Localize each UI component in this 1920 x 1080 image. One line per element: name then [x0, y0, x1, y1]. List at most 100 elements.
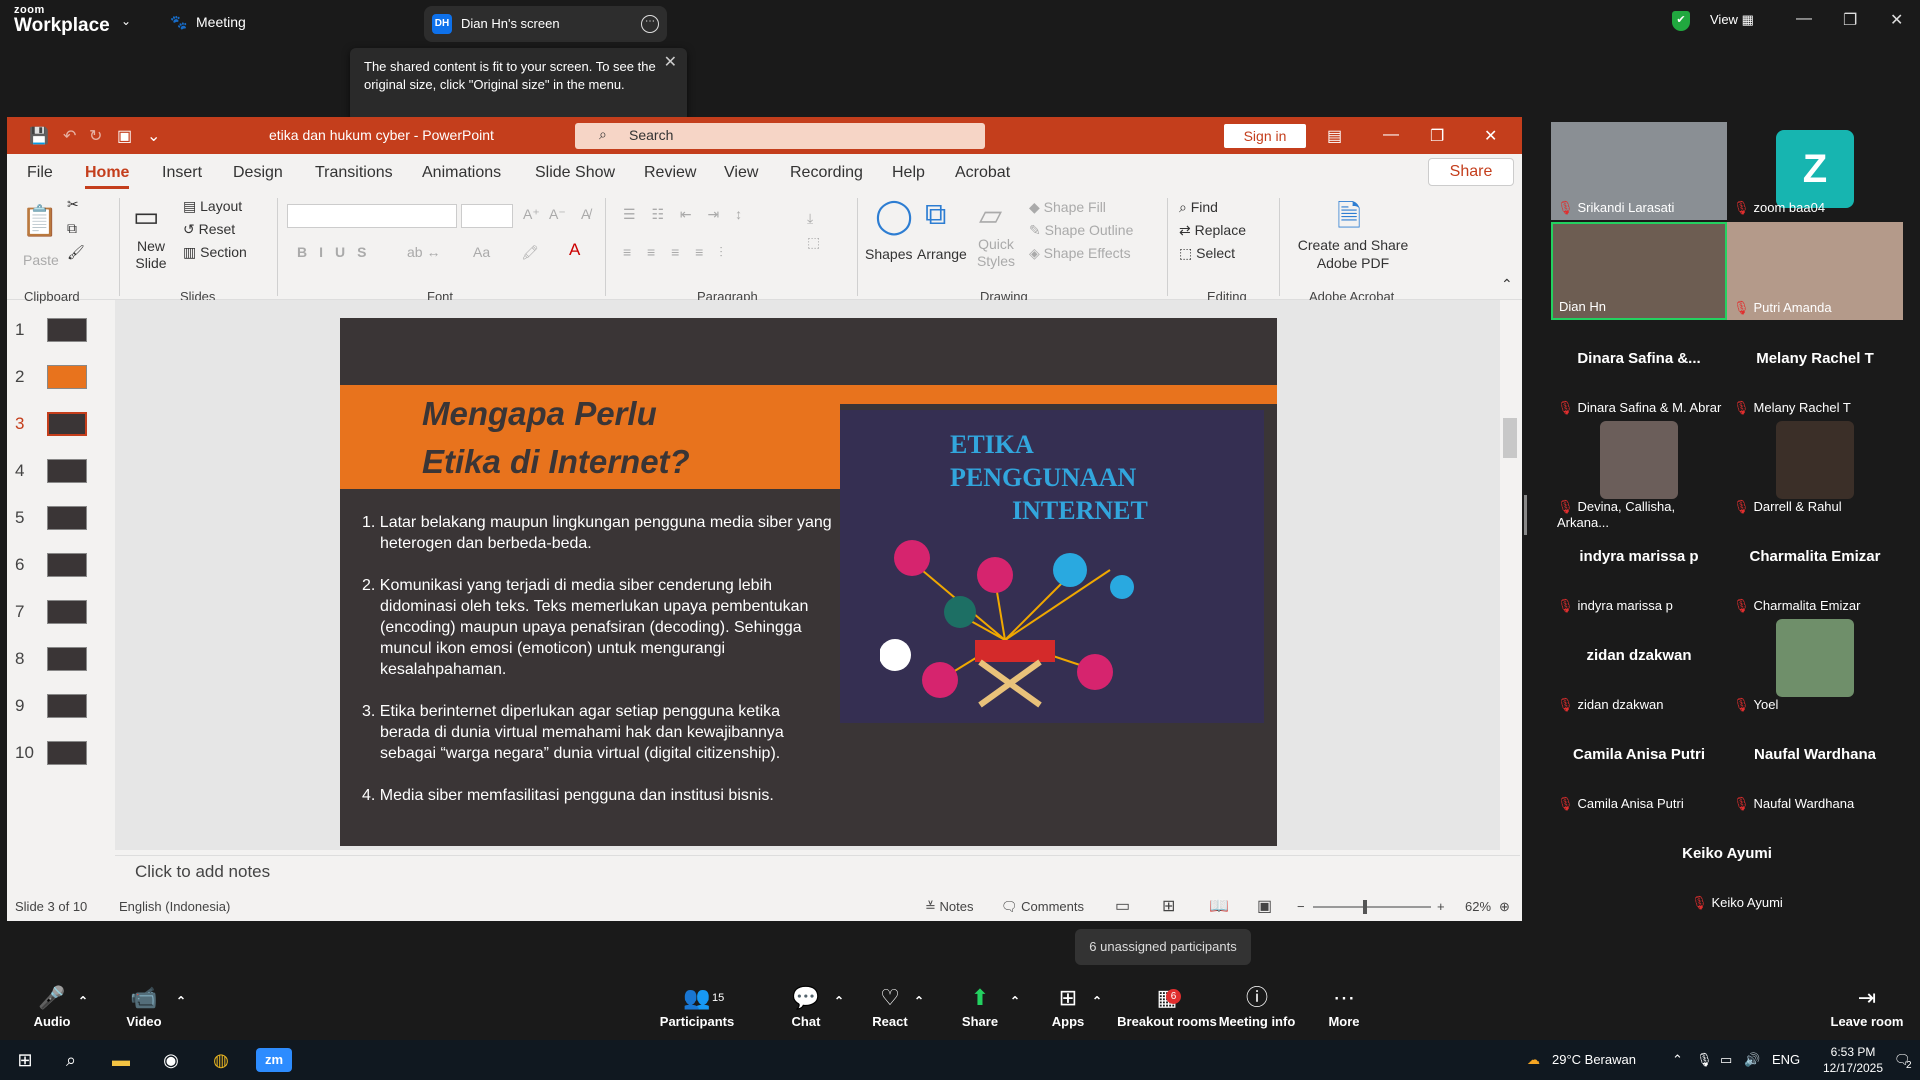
- increase-font-icon[interactable]: A⁺: [523, 206, 540, 223]
- chevron-up-icon[interactable]: ⌃: [1092, 994, 1102, 1008]
- participant-tile[interactable]: 🎙 Devina, Callisha, Arkana...: [1551, 421, 1727, 530]
- breakout-rooms-button[interactable]: ▦Breakout rooms: [1112, 982, 1222, 1029]
- slide-3[interactable]: Mengapa Perlu Etika di Internet? ETIKA P…: [340, 318, 1277, 846]
- text-direction-icon[interactable]: ⤓: [807, 210, 813, 227]
- leave-room-button[interactable]: ⇥ Leave room: [1822, 982, 1912, 1029]
- chat-button[interactable]: 💬 Chat: [774, 982, 838, 1029]
- redo-icon[interactable]: ↻: [89, 126, 102, 146]
- audio-button[interactable]: 🎤 Audio: [20, 982, 84, 1029]
- participant-tile[interactable]: Charmalita Emizar 🎙 Charmalita Emizar: [1727, 520, 1903, 618]
- minimize-icon[interactable]: —: [1383, 126, 1399, 144]
- font-family-select[interactable]: [287, 204, 457, 228]
- paste-icon[interactable]: 📋: [21, 204, 58, 239]
- react-button[interactable]: ♡ React: [858, 982, 922, 1029]
- slide-thumbnail[interactable]: [47, 600, 87, 624]
- tab-file[interactable]: File: [27, 164, 53, 182]
- highlight-icon[interactable]: 🖍: [521, 244, 539, 261]
- slide-thumbnail[interactable]: [47, 412, 87, 436]
- zoom-out-icon[interactable]: −: [1297, 899, 1305, 914]
- notes-button[interactable]: ≚ Notes: [925, 899, 973, 915]
- fit-slide-icon[interactable]: ⊕: [1499, 899, 1510, 915]
- notes-pane[interactable]: Click to add notes: [115, 855, 1520, 889]
- participant-tile[interactable]: indyra marissa p 🎙 indyra marissa p: [1551, 520, 1727, 618]
- quick-styles-label[interactable]: Quick Styles: [971, 236, 1021, 270]
- video-tile[interactable]: 🎙 Putri Amanda: [1727, 222, 1903, 320]
- participants-button[interactable]: 👥 Participants: [652, 982, 742, 1029]
- weather-text[interactable]: 29°C Berawan: [1552, 1052, 1636, 1067]
- reset-button[interactable]: ↺ Reset: [183, 221, 235, 238]
- slideshow-icon[interactable]: ▣: [1257, 896, 1272, 916]
- char-spacing-icon[interactable]: ab ↔: [407, 244, 440, 260]
- camera-app-icon[interactable]: ◉: [158, 1048, 184, 1072]
- slide-thumbnail[interactable]: [47, 318, 87, 342]
- chevron-up-icon[interactable]: ⌃: [834, 994, 844, 1008]
- tab-acrobat[interactable]: Acrobat: [955, 164, 1010, 182]
- share-button[interactable]: ⬆ Share: [948, 982, 1012, 1029]
- clock[interactable]: 6:53 PM 12/17/2025: [1818, 1044, 1888, 1076]
- maximize-icon[interactable]: ❐: [1843, 10, 1857, 30]
- slide-thumbnail[interactable]: [47, 694, 87, 718]
- comments-button[interactable]: 🗨 Comments: [1001, 899, 1084, 915]
- participant-tile[interactable]: Melany Rachel T 🎙 Melany Rachel T: [1727, 322, 1903, 420]
- paste-label[interactable]: Paste: [23, 252, 59, 268]
- participant-tile[interactable]: 🎙 Darrell & Rahul: [1727, 421, 1903, 519]
- quick-styles-icon[interactable]: ▱: [979, 198, 1002, 233]
- chevron-up-icon[interactable]: ⌃: [176, 994, 186, 1008]
- font-color-icon[interactable]: A: [569, 240, 580, 260]
- network-icon[interactable]: ▭: [1720, 1052, 1732, 1068]
- cut-icon[interactable]: ✂: [67, 196, 79, 213]
- close-icon[interactable]: ✕: [1484, 126, 1497, 146]
- tab-review[interactable]: Review: [644, 164, 696, 182]
- video-tile-active-speaker[interactable]: Dian Hn: [1551, 222, 1727, 320]
- tab-slide-show[interactable]: Slide Show: [535, 164, 615, 182]
- zoom-slider[interactable]: [1313, 900, 1431, 914]
- new-slide-icon[interactable]: ▭: [133, 200, 159, 233]
- save-icon[interactable]: 💾: [29, 126, 49, 146]
- search-input[interactable]: ⌕ Search: [575, 123, 985, 149]
- language-indicator[interactable]: ENG: [1772, 1052, 1800, 1067]
- tab-insert[interactable]: Insert: [162, 164, 202, 182]
- close-icon[interactable]: ✕: [1890, 10, 1903, 30]
- shapes-label[interactable]: Shapes: [865, 246, 912, 262]
- align-text-icon[interactable]: ⬚: [807, 234, 820, 251]
- tab-design[interactable]: Design: [233, 164, 283, 182]
- ribbon-display-icon[interactable]: ▤: [1327, 126, 1342, 146]
- maximize-icon[interactable]: ❐: [1430, 126, 1444, 146]
- gallery-resize-handle[interactable]: [1524, 495, 1527, 535]
- slide-sorter-icon[interactable]: ⊞: [1162, 896, 1175, 916]
- video-tile[interactable]: Z 🎙 zoom baa04: [1727, 122, 1903, 220]
- participant-tile[interactable]: Naufal Wardhana 🎙 Naufal Wardhana: [1727, 718, 1903, 816]
- volume-icon[interactable]: 🔊: [1744, 1052, 1760, 1068]
- tab-view[interactable]: View: [724, 164, 758, 182]
- shared-screen-tab[interactable]: DH Dian Hn's screen ⋯: [424, 6, 667, 42]
- layout-button[interactable]: ▤ Layout: [183, 198, 242, 215]
- tab-help[interactable]: Help: [892, 164, 925, 182]
- shape-outline-button[interactable]: ✎ Shape Outline: [1029, 222, 1133, 239]
- present-icon[interactable]: ▣: [117, 126, 132, 146]
- customize-icon[interactable]: ⌄: [147, 126, 160, 146]
- copy-icon[interactable]: ⧉: [67, 220, 77, 237]
- participant-tile[interactable]: Camila Anisa Putri 🎙 Camila Anisa Putri: [1551, 718, 1727, 816]
- chevron-up-icon[interactable]: ⌃: [78, 994, 88, 1008]
- sign-in-button[interactable]: Sign in: [1224, 124, 1306, 148]
- more-button[interactable]: ⋯ More: [1312, 982, 1376, 1029]
- tray-chevron-icon[interactable]: ⌃: [1672, 1052, 1683, 1068]
- font-style-buttons[interactable]: BIUS: [297, 244, 378, 260]
- replace-button[interactable]: ⇄ Replace: [1179, 222, 1246, 239]
- chrome-icon[interactable]: ◍: [208, 1048, 234, 1072]
- apps-button[interactable]: ⊞ Apps: [1036, 982, 1100, 1029]
- chevron-down-icon[interactable]: ⌄: [121, 14, 131, 28]
- mic-tray-icon[interactable]: 🎙: [1696, 1052, 1713, 1068]
- arrange-icon[interactable]: ⧉: [925, 198, 946, 232]
- participant-tile[interactable]: 🎙 Yoel: [1727, 619, 1903, 717]
- zoom-app-icon[interactable]: zm: [256, 1048, 292, 1072]
- slide-thumbnail[interactable]: [47, 459, 87, 483]
- shape-fill-button[interactable]: ◆ Shape Fill: [1029, 199, 1106, 216]
- windows-start-icon[interactable]: ⊞: [12, 1048, 38, 1072]
- zoom-level[interactable]: 62%: [1465, 899, 1491, 914]
- slide-thumbnail[interactable]: [47, 647, 87, 671]
- format-painter-icon[interactable]: 🖌: [67, 244, 85, 261]
- tab-animations[interactable]: Animations: [422, 164, 501, 182]
- participant-tile[interactable]: Dinara Safina &... 🎙 Dinara Safina & M. Ab…: [1551, 322, 1727, 420]
- tab-transitions[interactable]: Transitions: [315, 164, 393, 182]
